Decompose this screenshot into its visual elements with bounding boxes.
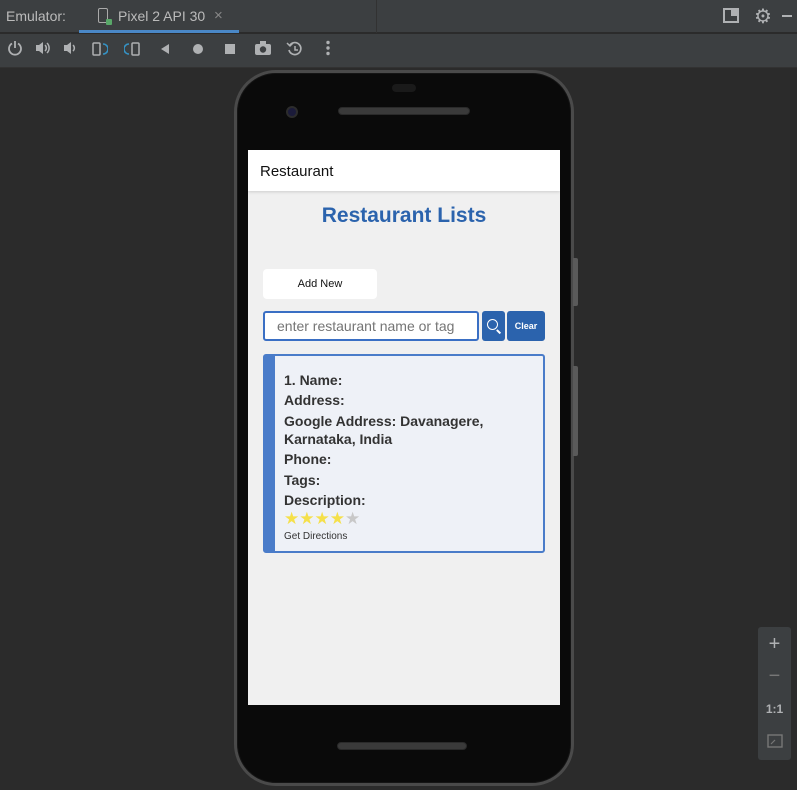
- device-icon: [98, 8, 112, 25]
- hide-panel-icon[interactable]: [782, 15, 792, 17]
- get-directions-link[interactable]: Get Directions: [284, 531, 347, 542]
- add-new-button[interactable]: Add New: [263, 269, 377, 299]
- star-icon: ★: [299, 509, 315, 528]
- rotate-right-icon[interactable]: [122, 40, 144, 62]
- zoom-in-icon[interactable]: +: [758, 633, 791, 656]
- emulator-toolbar: [0, 34, 797, 68]
- snapshot-icon[interactable]: [284, 40, 306, 62]
- search-icon: [487, 319, 498, 330]
- power-icon[interactable]: [4, 40, 26, 62]
- page-title: Restaurant Lists: [321, 204, 487, 227]
- gear-icon[interactable]: ⚙: [754, 4, 772, 29]
- device-volume-button: [573, 366, 578, 456]
- app-bar: Restaurant: [248, 150, 560, 191]
- device-tab[interactable]: Pixel 2 API 30 ×: [79, 0, 239, 33]
- search-button[interactable]: [482, 311, 505, 341]
- back-icon[interactable]: [154, 40, 176, 62]
- rating-stars: ★★★★★: [284, 509, 360, 529]
- star-icon: ★: [345, 509, 361, 528]
- restaurant-name: 1. Name:: [284, 372, 343, 388]
- star-icon: ★: [284, 509, 300, 528]
- restaurant-description: Description:: [284, 492, 366, 508]
- app-screen: Restaurant Restaurant Lists Add New Clea…: [248, 150, 560, 705]
- emulator-tab-bar: Emulator: Pixel 2 API 30 × ⚙: [0, 0, 797, 33]
- top-speaker: [338, 107, 470, 115]
- device-power-button: [573, 258, 578, 306]
- overview-icon[interactable]: [219, 40, 241, 62]
- window-mode-icon[interactable]: [723, 8, 739, 23]
- star-icon: ★: [314, 509, 330, 528]
- device-sensor: [392, 84, 416, 92]
- restaurant-address: Address:: [284, 392, 345, 408]
- restaurant-card[interactable]: 1. Name: Address: Google Address: Davana…: [263, 354, 545, 553]
- rotate-left-icon[interactable]: [88, 40, 110, 62]
- restaurant-tags: Tags:: [284, 472, 321, 488]
- clear-button[interactable]: Clear: [507, 311, 545, 341]
- device-tab-label: Pixel 2 API 30: [118, 8, 206, 24]
- zoom-panel: + − 1:1: [758, 627, 791, 760]
- tab-separator: [376, 0, 377, 33]
- volume-up-icon[interactable]: [32, 40, 54, 62]
- search-input[interactable]: [263, 311, 479, 341]
- fit-screen-icon[interactable]: [758, 734, 791, 753]
- restaurant-google-address-cont: Karnataka, India: [284, 431, 393, 447]
- volume-down-icon[interactable]: [59, 40, 81, 62]
- bottom-speaker: [337, 742, 467, 750]
- close-icon[interactable]: ×: [214, 7, 223, 24]
- restaurant-phone: Phone:: [284, 451, 332, 467]
- active-tab-indicator: [79, 30, 239, 33]
- front-camera: [286, 106, 298, 118]
- emulator-label: Emulator:: [6, 8, 66, 24]
- app-bar-title: Restaurant: [260, 163, 334, 180]
- home-icon[interactable]: [187, 40, 209, 62]
- zoom-out-icon[interactable]: −: [758, 665, 791, 688]
- more-icon[interactable]: [317, 40, 339, 62]
- restaurant-google-address: Google Address: Davanagere,: [284, 413, 484, 429]
- actual-size-button[interactable]: 1:1: [758, 702, 791, 716]
- screenshot-icon[interactable]: [252, 40, 274, 62]
- star-icon: ★: [329, 509, 345, 528]
